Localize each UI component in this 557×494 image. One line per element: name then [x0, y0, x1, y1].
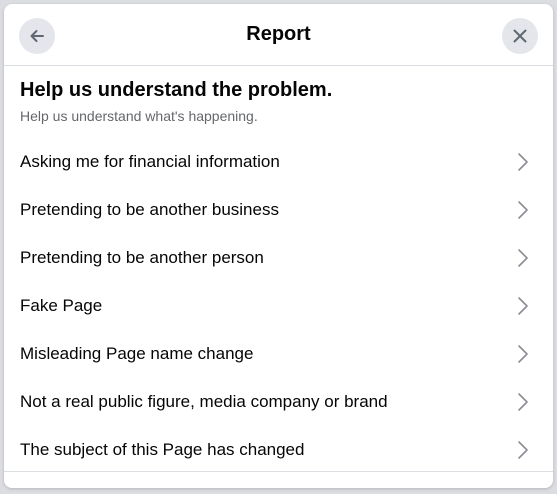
option-label: Not a real public figure, media company … — [20, 392, 388, 411]
chevron-right-icon — [518, 249, 528, 267]
intro-heading: Help us understand the problem. — [20, 79, 333, 101]
chevron-right-icon — [518, 297, 528, 315]
option-label: Asking me for financial information — [20, 152, 280, 171]
report-option-another-person[interactable]: Pretending to be another person — [4, 234, 553, 282]
option-label: Misleading Page name change — [20, 344, 254, 363]
option-label: Pretending to be another business — [20, 200, 279, 219]
close-icon — [513, 29, 527, 43]
intro-subtext: Help us understand what's happening. — [20, 108, 258, 124]
chevron-right-icon — [518, 153, 528, 171]
report-option-fake-page[interactable]: Fake Page — [4, 282, 553, 330]
option-label: Pretending to be another person — [20, 248, 264, 267]
report-option-not-real-public-figure[interactable]: Not a real public figure, media company … — [4, 378, 553, 426]
report-option-financial-info[interactable]: Asking me for financial information — [4, 138, 553, 186]
report-option-subject-changed[interactable]: The subject of this Page has changed — [4, 426, 553, 474]
chevron-right-icon — [518, 345, 528, 363]
report-option-misleading-name-change[interactable]: Misleading Page name change — [4, 330, 553, 378]
chevron-right-icon — [518, 393, 528, 411]
dialog-header: Report — [4, 4, 553, 66]
chevron-right-icon — [518, 201, 528, 219]
close-button[interactable] — [502, 18, 538, 54]
dialog-title: Report — [246, 23, 311, 45]
intro-section: Help us understand the problem. Help us … — [4, 66, 553, 138]
report-option-another-business[interactable]: Pretending to be another business — [4, 186, 553, 234]
footer-divider — [4, 471, 553, 472]
report-options-list: Asking me for financial information Pret… — [4, 138, 553, 474]
option-label: The subject of this Page has changed — [20, 440, 305, 459]
chevron-right-icon — [518, 441, 528, 459]
option-label: Fake Page — [20, 296, 103, 315]
report-dialog: Report Help us understand the problem. H… — [4, 4, 553, 488]
